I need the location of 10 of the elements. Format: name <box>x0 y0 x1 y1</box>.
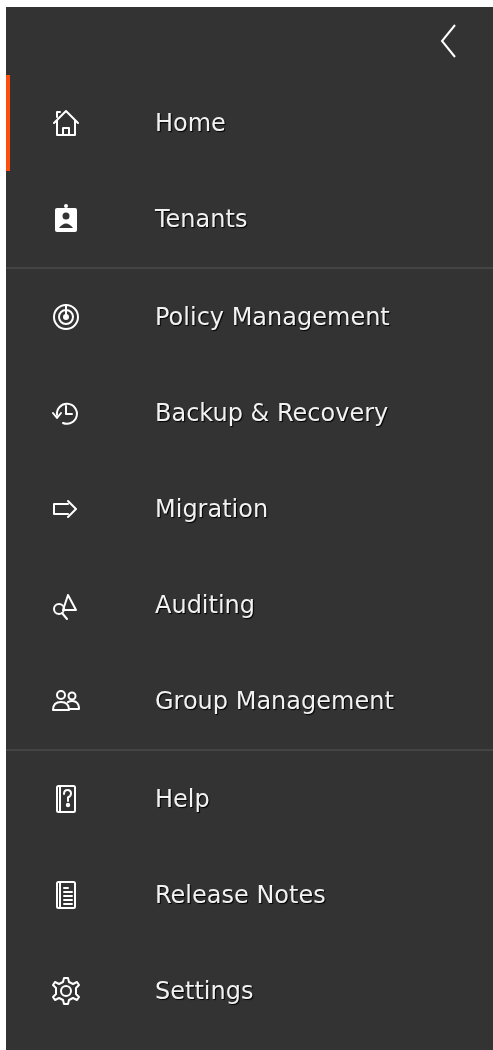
sidebar-item[interactable]: Home <box>6 75 493 171</box>
sidebar-item[interactable]: Tenants <box>6 171 493 267</box>
sidebar-item[interactable]: Migration <box>6 461 493 557</box>
sidebar-item[interactable]: Auditing <box>6 557 493 653</box>
sidebar-item[interactable]: Group Management <box>6 653 493 749</box>
sidebar-item[interactable]: Policy Management <box>6 269 493 365</box>
sidebar-item[interactable]: Backup & Recovery <box>6 365 493 461</box>
sidebar-item[interactable]: Release Notes <box>6 847 493 943</box>
sidebar-item[interactable]: Settings <box>6 943 493 1039</box>
sidebar-item[interactable]: Help <box>6 751 493 847</box>
